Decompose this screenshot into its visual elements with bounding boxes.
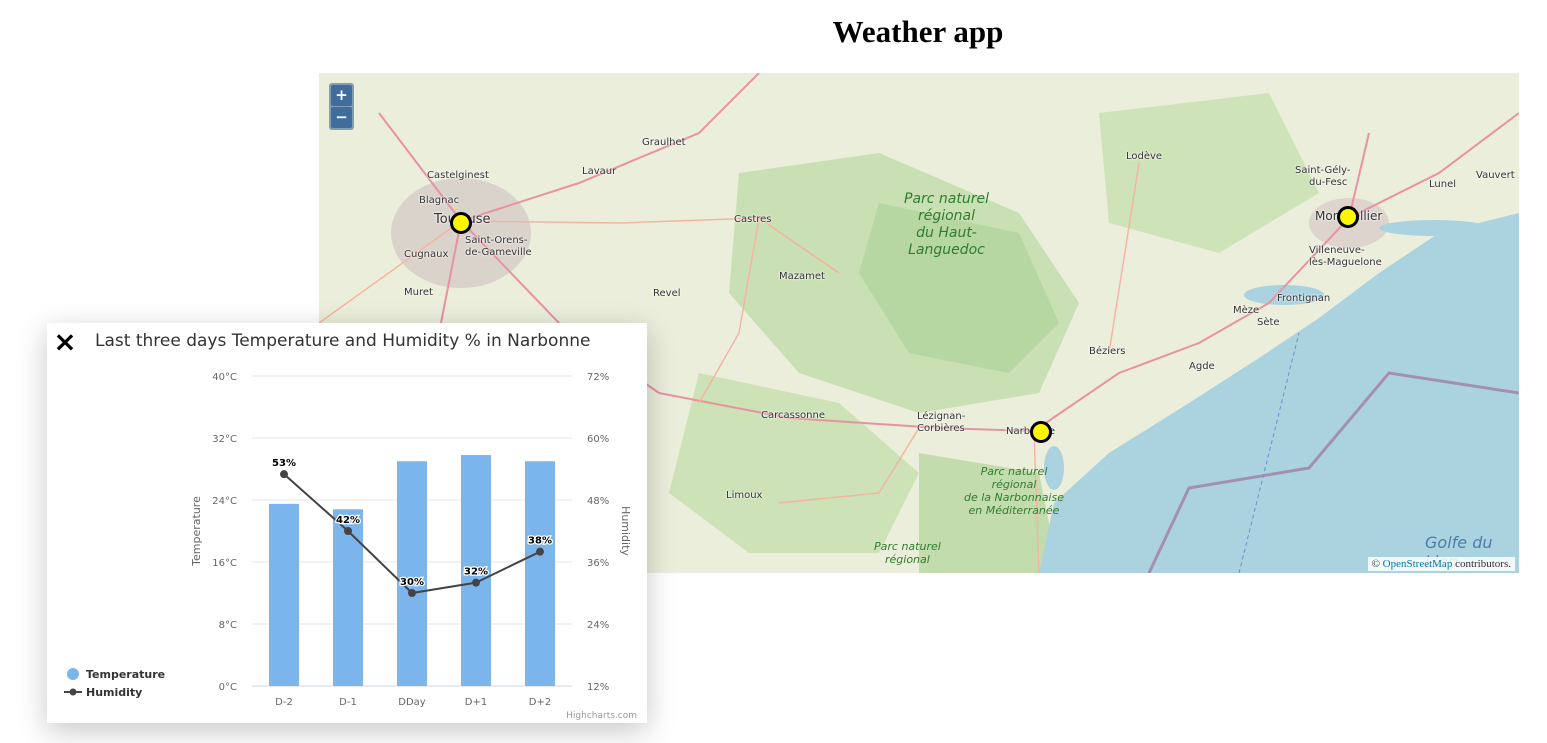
place-label: lès-Maguelone (1309, 257, 1382, 268)
y2-tick-label: 36% (587, 558, 609, 569)
humidity-data-label: 42% (336, 515, 360, 526)
place-label: Mazamet (779, 271, 825, 282)
y-tick-label: 16°C (212, 558, 237, 569)
place-label: Cugnaux (404, 249, 449, 260)
y2-tick-label: 60% (587, 434, 609, 445)
place-label: Lézignan- (917, 411, 966, 422)
place-label: Frontignan (1277, 293, 1331, 304)
place-label: Limoux (726, 490, 763, 501)
place-label: Vauvert (1476, 170, 1515, 181)
place-label: Muret (404, 287, 433, 298)
humidity-data-label: 30% (400, 577, 424, 588)
humidity-point (408, 589, 416, 597)
place-label: Lunel (1429, 179, 1457, 190)
chart-credit: Highcharts.com (566, 711, 637, 721)
humidity-data-label: 53% (272, 458, 296, 469)
y-tick-label: 40°C (212, 372, 237, 383)
legend-humidity-symbol (69, 688, 77, 696)
place-label: Carcassonne (761, 410, 825, 421)
place-label: Corbières (917, 423, 965, 434)
place-label: Sète (1257, 317, 1280, 328)
place-label: Mèze (1233, 305, 1260, 316)
x-tick-label: DDay (398, 697, 426, 708)
place-label: Lodève (1126, 151, 1163, 162)
temperature-bar (269, 503, 299, 686)
x-tick-label: D-2 (275, 697, 293, 708)
y2-tick-label: 48% (587, 496, 609, 507)
park-label: Parc naturel régional du Haut- Languedoc (904, 191, 989, 258)
page-title: Weather app (832, 14, 1004, 49)
y-axis-title: Temperature (190, 496, 203, 567)
place-label: Béziers (1089, 346, 1126, 357)
legend-humidity-label: Humidity (86, 686, 142, 699)
y2-tick-label: 24% (587, 620, 609, 631)
y-tick-label: 32°C (212, 434, 237, 445)
zoom-control: + − (329, 83, 354, 130)
place-label: Revel (653, 288, 681, 299)
place-label: Saint-Gély- (1295, 165, 1351, 176)
place-label: Villeneuve- (1309, 245, 1365, 256)
humidity-data-label: 38% (528, 536, 552, 547)
place-label: Graulhet (642, 137, 686, 148)
place-label: Agde (1189, 361, 1215, 372)
y-tick-label: 24°C (212, 496, 237, 507)
humidity-point (344, 527, 352, 535)
temperature-bar (333, 509, 363, 686)
y2-tick-label: 12% (587, 682, 609, 693)
marker-montpellier[interactable] (1337, 206, 1359, 228)
osm-link[interactable]: OpenStreetMap (1383, 558, 1453, 570)
place-label: Blagnac (419, 195, 460, 206)
weather-chart: 0°C 8°C 16°C 24°C 32°C 40°C 12% 24% 36% 48% 60% 72%… (64, 372, 637, 721)
humidity-data-label: 32% (464, 567, 488, 578)
humidity-point (536, 547, 544, 556)
place-label: Castres (734, 214, 772, 225)
y2-axis-title: Humidity (619, 506, 632, 556)
y-tick-label: 0°C (219, 682, 237, 693)
place-label: Saint-Orens- (465, 235, 528, 246)
y2-tick-label: 72% (587, 372, 609, 383)
temperature-bar (397, 461, 427, 686)
x-tick-label: D+1 (465, 697, 487, 708)
x-tick-label: D-1 (339, 697, 357, 708)
temperature-bar (525, 461, 555, 686)
place-label: du-Fesc (1309, 177, 1348, 188)
place-label: de-Gameville (465, 247, 532, 258)
humidity-point (472, 578, 480, 587)
place-label: Lavaur (582, 166, 617, 177)
marker-toulouse[interactable] (450, 212, 472, 234)
humidity-point (280, 470, 288, 479)
legend-temperature-label: Temperature (86, 668, 165, 681)
legend-temperature-symbol (67, 668, 79, 680)
zoom-in-button[interactable]: + (331, 85, 352, 106)
attribution-prefix: © (1371, 558, 1383, 570)
attribution-suffix: contributors. (1452, 558, 1511, 570)
map-attribution: © OpenStreetMap contributors. (1367, 557, 1515, 571)
park-label: Parc naturel régional de la Narbonnaise … (964, 465, 1064, 517)
x-tick-label: D+2 (529, 697, 551, 708)
y-tick-label: 8°C (219, 620, 237, 631)
marker-narbonne[interactable] (1030, 421, 1052, 443)
park-label: Parc naturel régional (874, 540, 941, 566)
zoom-out-button[interactable]: − (331, 107, 352, 128)
weather-popup: × Last three days Temperature and Humidi… (47, 323, 647, 723)
place-label: Castelginest (427, 170, 489, 181)
